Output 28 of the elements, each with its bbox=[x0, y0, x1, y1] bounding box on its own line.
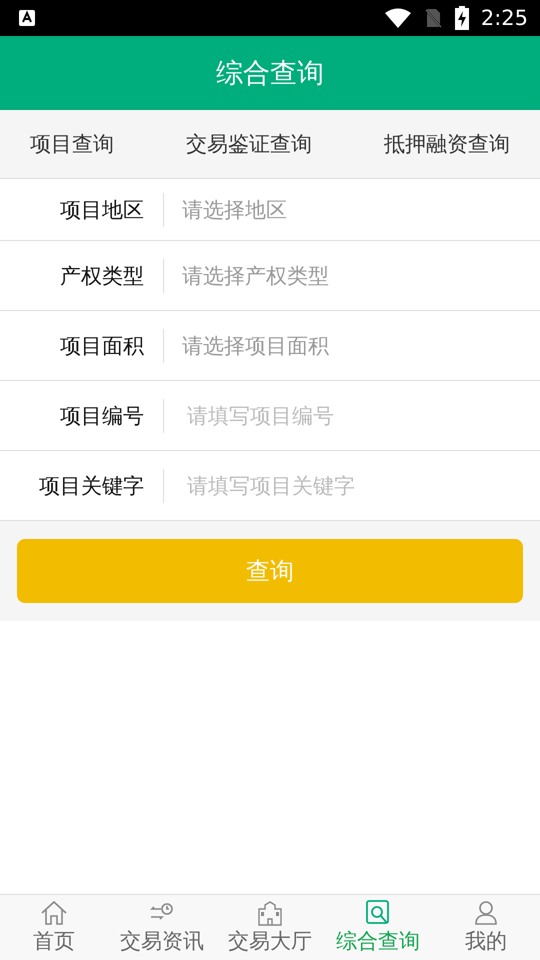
header-title: 综合查询 bbox=[216, 57, 324, 91]
field-label: 项目关键字 bbox=[38, 472, 144, 500]
field-label: 项目编号 bbox=[59, 402, 144, 430]
house-icon bbox=[40, 900, 68, 926]
no-sim-icon bbox=[422, 7, 443, 29]
nav-item[interactable]: 交易大厅 bbox=[216, 895, 324, 960]
field-label: 项目地区 bbox=[59, 196, 144, 224]
select-field[interactable]: 请选择项目面积 bbox=[182, 334, 540, 358]
field-label: 产权类型 bbox=[59, 262, 144, 290]
input-field[interactable]: 请填写项目编号 bbox=[187, 404, 540, 428]
select-field[interactable]: 请选择地区 bbox=[182, 198, 540, 222]
battery-icon bbox=[454, 6, 469, 30]
nav-item[interactable]: 我的 bbox=[432, 895, 540, 960]
query-tab[interactable]: 项目查询 bbox=[30, 130, 114, 158]
select-field[interactable]: 请选择产权类型 bbox=[182, 264, 540, 288]
query-tab[interactable]: 交易鉴证查询 bbox=[186, 130, 312, 158]
clock-time: 2:25 bbox=[480, 6, 528, 30]
field-label: 项目面积 bbox=[59, 332, 144, 360]
query-tab[interactable]: 抵押融资查询 bbox=[384, 130, 510, 158]
building-icon bbox=[256, 900, 284, 926]
keyboard-icon bbox=[18, 9, 36, 27]
wifi-icon bbox=[384, 8, 411, 28]
nav-item[interactable]: 综合查询 bbox=[324, 895, 432, 960]
input-field[interactable]: 请填写项目关键字 bbox=[187, 474, 540, 498]
search-icon bbox=[364, 900, 392, 926]
nav-item[interactable]: 交易资讯 bbox=[108, 895, 216, 960]
nav-item[interactable]: 首页 bbox=[0, 895, 108, 960]
person-icon bbox=[472, 900, 500, 926]
